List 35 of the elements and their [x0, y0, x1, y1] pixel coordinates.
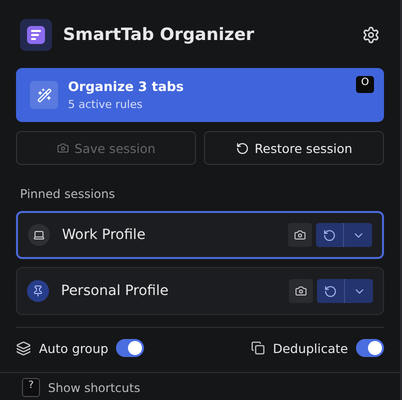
settings-button[interactable] [362, 26, 380, 44]
restore-session-button[interactable]: Restore session [204, 131, 384, 165]
organize-subtitle: 5 active rules [68, 98, 144, 110]
section-heading: Pinned sessions [20, 187, 116, 201]
organize-button[interactable]: Organize 3 tabs 5 active rules O [16, 68, 384, 122]
toggle-switch[interactable] [116, 339, 144, 357]
session-name: Work Profile [62, 227, 146, 243]
toggle-switch[interactable] [356, 339, 384, 357]
toggle-label: Deduplicate [272, 340, 348, 356]
settings-icon [362, 26, 380, 44]
app-logo [20, 19, 52, 51]
camera-icon [294, 229, 306, 241]
snapshot-button[interactable] [289, 279, 313, 303]
copy-icon [250, 341, 265, 355]
shortcut-key: ? [22, 378, 40, 397]
layers-icon [16, 340, 31, 356]
restore-button[interactable] [317, 279, 345, 303]
session-card[interactable]: Work Profile [16, 211, 384, 259]
restore-icon [236, 142, 249, 154]
app-title: SmartTab Organizer [63, 25, 256, 45]
restore-button[interactable] [316, 223, 344, 247]
pin-icon [32, 285, 44, 297]
restore-icon [324, 284, 337, 298]
laptop-icon [33, 229, 45, 241]
camera-icon [56, 142, 69, 154]
restore-icon [323, 228, 336, 242]
toggle-label: Auto group [39, 340, 108, 356]
shortcuts-link[interactable]: Show shortcuts [48, 380, 140, 394]
session-card[interactable]: Personal Profile [16, 267, 384, 315]
snapshot-button[interactable] [288, 223, 312, 247]
organize-title: Organize 3 tabs [68, 80, 184, 94]
camera-icon [295, 285, 307, 297]
wand-icon [30, 81, 58, 109]
session-name: Personal Profile [61, 283, 170, 299]
shortcut-key: O [356, 76, 374, 93]
